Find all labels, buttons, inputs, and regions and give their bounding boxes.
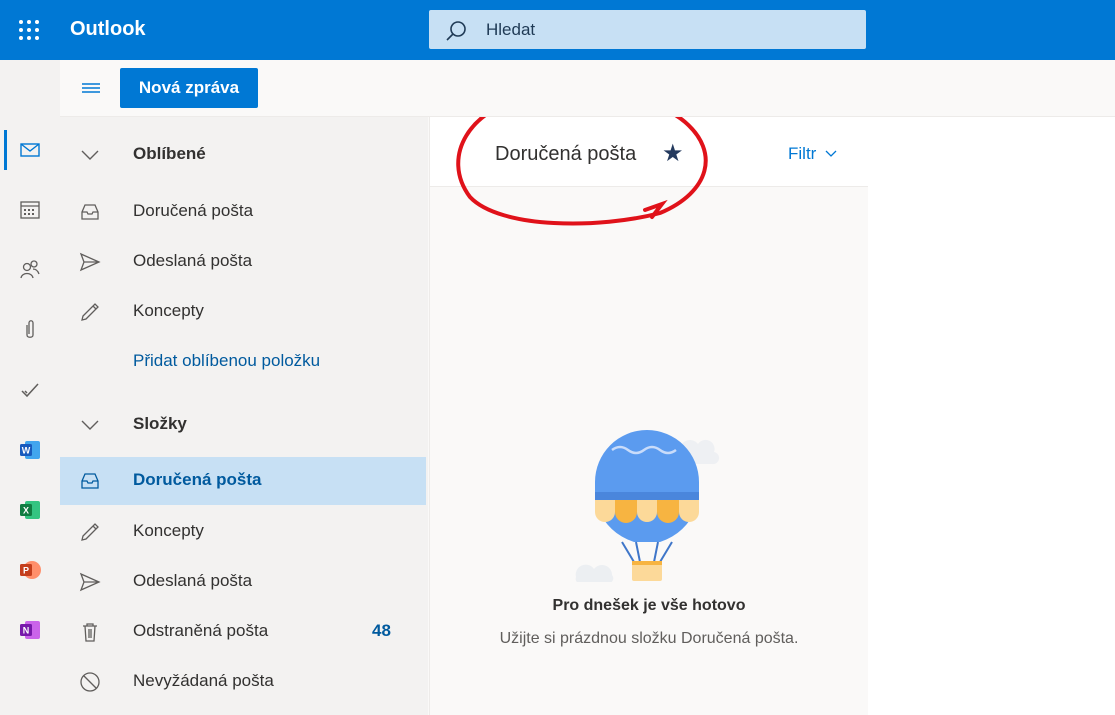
inbox-icon	[81, 473, 99, 489]
favorite-label: Koncepty	[133, 301, 204, 320]
folder-item-deleted[interactable]: Odstraněná pošta 48	[60, 608, 426, 656]
hamburger-menu-icon[interactable]	[81, 80, 101, 96]
folder-item-inbox[interactable]: Doručená pošta	[60, 457, 426, 505]
message-list-header: Doručená pošta ★ Filtr	[430, 117, 868, 187]
folders-header[interactable]: Složky	[60, 401, 426, 449]
powerpoint-icon[interactable]: P	[17, 557, 43, 583]
app-rail: W X P N	[0, 60, 61, 715]
empty-state-title: Pro dnešek je vše hotovo	[552, 597, 746, 614]
pencil-icon	[81, 523, 99, 541]
favorite-label: Odeslaná pošta	[133, 251, 253, 270]
onenote-letter: N	[23, 626, 30, 636]
people-icon[interactable]	[17, 257, 43, 283]
search-input[interactable]: Hledat	[486, 20, 535, 40]
trash-icon	[83, 623, 97, 642]
block-icon	[80, 672, 100, 692]
attachment-icon[interactable]	[17, 317, 43, 343]
folder-item-junk[interactable]: Nevyžádaná pošta	[60, 658, 426, 706]
chevron-down-icon	[825, 150, 837, 157]
empty-state-subtitle: Užijte si prázdnou složku Doručená pošta…	[499, 630, 799, 647]
onenote-icon[interactable]: N	[17, 617, 43, 643]
favorite-item-sent[interactable]: Odeslaná pošta	[60, 238, 426, 286]
message-list: Doručená pošta ★ Filtr Pro dnešek je vše…	[429, 117, 869, 715]
excel-letter: X	[23, 506, 29, 516]
reading-pane	[868, 117, 1115, 715]
folder-item-sent[interactable]: Odeslaná pošta	[60, 558, 426, 606]
mail-icon[interactable]	[17, 137, 43, 163]
folder-item-drafts[interactable]: Koncepty	[60, 508, 426, 556]
favorite-item-drafts[interactable]: Koncepty	[60, 288, 426, 336]
add-favorite-link[interactable]: Přidat oblíbenou položku	[60, 338, 426, 386]
add-favorite-label: Přidat oblíbenou položku	[133, 351, 321, 370]
chevron-down-icon[interactable]	[79, 414, 101, 436]
unread-count-badge: 48	[372, 621, 391, 640]
folder-title: Doručená pošta	[495, 143, 637, 165]
excel-icon[interactable]: X	[17, 497, 43, 523]
top-bar: Outlook Hledat	[0, 0, 1115, 60]
todo-icon[interactable]	[17, 377, 43, 403]
send-icon	[79, 572, 101, 592]
folders-label: Složky	[133, 414, 187, 433]
filter-button[interactable]: Filtr	[788, 144, 837, 164]
new-message-button[interactable]: Nová zpráva	[120, 68, 258, 108]
inbox-icon	[81, 204, 99, 220]
active-indicator	[4, 130, 7, 170]
hot-air-balloon-illustration	[575, 430, 720, 582]
app-title[interactable]: Outlook	[70, 18, 146, 41]
pencil-icon	[81, 303, 99, 321]
favorite-item-inbox[interactable]: Doručená pošta	[60, 188, 426, 236]
favorites-header[interactable]: Oblíbené	[60, 131, 426, 179]
app-launcher-icon[interactable]	[18, 19, 40, 41]
favorite-label: Doručená pošta	[133, 201, 254, 220]
star-icon[interactable]: ★	[662, 139, 684, 168]
word-letter: W	[22, 446, 31, 456]
chevron-down-icon[interactable]	[79, 144, 101, 166]
folder-label: Odstraněná pošta	[133, 621, 269, 640]
folder-label: Nevyžádaná pošta	[133, 671, 274, 690]
word-icon[interactable]: W	[17, 437, 43, 463]
folder-label: Doručená pošta	[133, 470, 262, 489]
filter-label: Filtr	[788, 144, 817, 163]
folder-label: Koncepty	[133, 521, 204, 540]
folder-label: Odeslaná pošta	[133, 571, 253, 590]
folder-pane: Oblíbené Doručená pošta Odeslaná pošta K…	[60, 117, 428, 715]
calendar-icon[interactable]	[17, 197, 43, 223]
search-box[interactable]: Hledat	[429, 10, 866, 49]
send-icon	[79, 252, 101, 272]
favorites-label: Oblíbené	[133, 144, 206, 163]
powerpoint-letter: P	[23, 566, 29, 576]
search-icon	[446, 21, 466, 41]
